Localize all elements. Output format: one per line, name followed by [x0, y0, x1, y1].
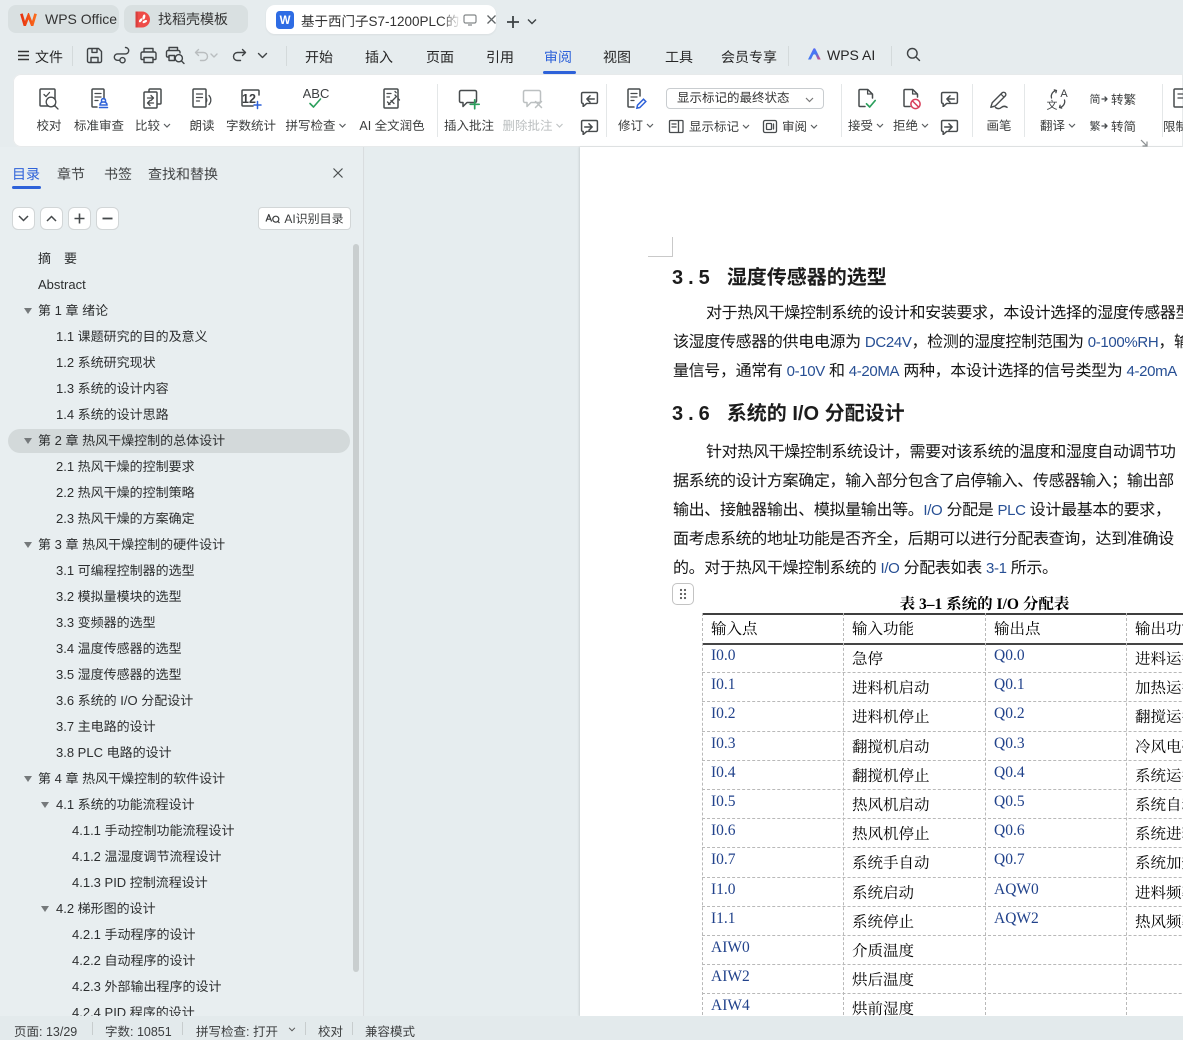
svg-text:文: 文 — [1047, 99, 1058, 112]
svg-text:A: A — [1060, 88, 1068, 100]
svg-text:W: W — [280, 15, 291, 27]
svg-text:简: 简 — [1090, 93, 1101, 106]
svg-text:繁: 繁 — [1090, 120, 1101, 133]
svg-text:2: 2 — [249, 92, 256, 106]
svg-text:1: 1 — [242, 92, 249, 106]
svg-text:ABC: ABC — [303, 86, 329, 101]
